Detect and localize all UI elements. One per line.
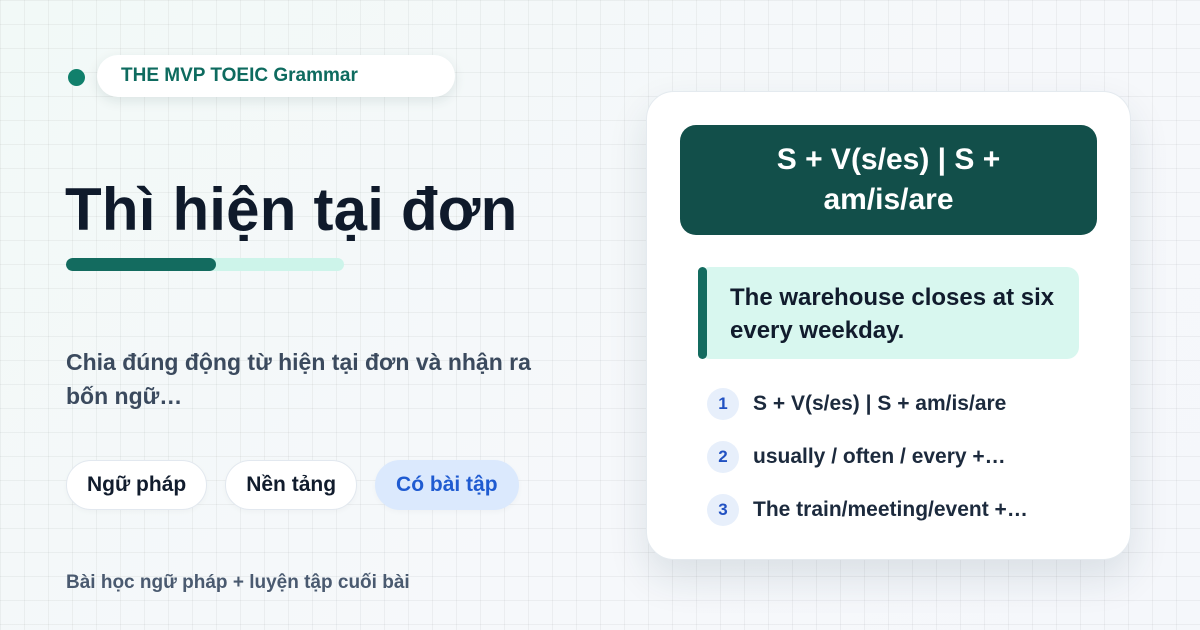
tag-foundation: Nền tảng — [225, 460, 358, 510]
example-accent-bar — [698, 267, 707, 359]
lesson-card: S + V(s/es) | S + am/is/are The warehous… — [646, 91, 1131, 560]
example-sentence-box: The warehouse closes at six every weekda… — [698, 267, 1079, 359]
list-item-text: usually / often / every +… — [753, 445, 1006, 468]
footer-note: Bài học ngữ pháp + luyện tập cuối bài — [66, 572, 410, 593]
formula-box: S + V(s/es) | S + am/is/are — [680, 125, 1097, 235]
list-item: 2 usually / often / every +… — [707, 440, 1028, 474]
example-sentence: The warehouse closes at six every weekda… — [730, 284, 1055, 344]
list-item-text: The train/meeting/event +… — [753, 498, 1028, 521]
formula-text: S + V(s/es) | S + am/is/are — [776, 143, 1001, 216]
brand-badge: THE MVP TOEIC Grammar — [97, 55, 455, 97]
title-underline — [66, 258, 344, 271]
key-points-list: 1 S + V(s/es) | S + am/is/are 2 usually … — [707, 387, 1028, 546]
list-item: 3 The train/meeting/event +… — [707, 493, 1028, 527]
brand-dot-icon — [68, 69, 85, 86]
number-badge: 2 — [707, 441, 739, 473]
list-item-text: S + V(s/es) | S + am/is/are — [753, 392, 1007, 415]
lesson-subtitle: Chia đúng động từ hiện tại đơn và nhận r… — [66, 349, 531, 409]
number-badge: 3 — [707, 494, 739, 526]
tag-list: Ngữ pháp Nền tảng Có bài tập — [66, 460, 519, 510]
tag-has-exercises: Có bài tập — [375, 460, 519, 510]
list-item: 1 S + V(s/es) | S + am/is/are — [707, 387, 1028, 421]
number-badge: 1 — [707, 388, 739, 420]
page-title: Thì hiện tại đơn — [65, 176, 518, 243]
tag-grammar: Ngữ pháp — [66, 460, 208, 510]
title-underline-fill — [66, 258, 217, 271]
brand-label: THE MVP TOEIC Grammar — [121, 65, 358, 86]
